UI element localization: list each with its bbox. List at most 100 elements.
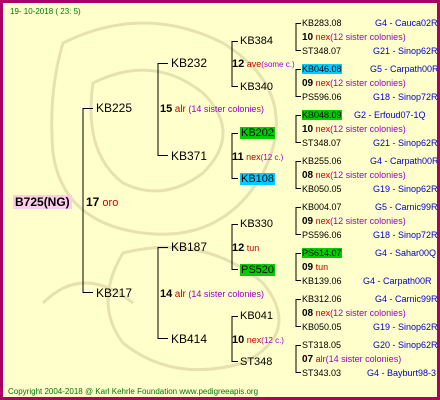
gen4-top-ref: G5 - Carpath00R bbox=[370, 64, 439, 74]
gen4-origin: alr bbox=[315, 354, 326, 364]
gen2-number: 10 bbox=[232, 334, 245, 346]
gen4-sisters: (12 sister colonies) bbox=[330, 124, 406, 134]
gen4-number: 09 bbox=[302, 78, 314, 89]
gen2-number: 12 bbox=[232, 58, 245, 70]
root-number: 17 bbox=[86, 195, 100, 209]
gen2-origin: nex bbox=[246, 152, 261, 162]
gen4-bottom-line: PS596.06 bbox=[302, 229, 342, 241]
gen4-bottom-id: KB050.05 bbox=[302, 184, 342, 194]
gen4-origin: nex bbox=[315, 170, 331, 180]
gen4-mid-line: 08 nex(12 sister colonies) bbox=[302, 307, 406, 320]
gen3-label: KB340 bbox=[240, 81, 274, 93]
gen4-sisters: (12 sister colonies) bbox=[330, 32, 406, 42]
gen4-top-id: KB046.08 bbox=[302, 64, 342, 74]
gen4-number: 09 bbox=[302, 262, 314, 273]
gen4-bottom-line: ST348.07 bbox=[302, 45, 341, 57]
gen4-bottom-ref: G21 - Sinop62R bbox=[373, 138, 438, 148]
gen4-number: 08 bbox=[302, 170, 314, 181]
gen2-sisters: (12 c.) bbox=[261, 336, 284, 345]
gen2-origin: ave bbox=[246, 59, 262, 69]
pedigree-chart: 19- 10-2018 ( 23: 5) B725(NG) 17 oro KB2… bbox=[0, 0, 440, 400]
gen1-origin: alr bbox=[174, 289, 186, 300]
gen4-bottom-ref: G21 - Sinop62R bbox=[373, 46, 438, 56]
gen2-label: KB371 bbox=[171, 149, 208, 163]
gen4-bottom-line: ST343.03 bbox=[302, 367, 341, 379]
gen1-number: 15 bbox=[160, 103, 173, 115]
gen4-top-ref: G4 - Cauca02R bbox=[375, 18, 438, 28]
gen4-bottom-ref: G18 - Sinop72R bbox=[373, 230, 438, 240]
gen2-origin: nex bbox=[246, 335, 262, 345]
gen4-bottom-ref: G19 - Sinop62R bbox=[373, 322, 438, 332]
copyright-footer: Copyright 2004-2018 @ Karl Kehrle Founda… bbox=[8, 387, 259, 396]
root-queen-info: 17 oro bbox=[86, 196, 118, 209]
gen4-number: 08 bbox=[302, 308, 314, 319]
gen2-label: KB232 bbox=[171, 56, 208, 70]
gen4-mid-line: 10 nex(12 sister colonies) bbox=[302, 123, 406, 136]
gen4-top-ref: G20 - Sinop62R bbox=[373, 340, 438, 350]
gen4-origin: nex bbox=[315, 216, 331, 226]
gen4-sisters: (12 sister colonies) bbox=[330, 78, 406, 88]
gen4-bottom-ref: G18 - Sinop72R bbox=[373, 92, 438, 102]
gen2-origin: tun bbox=[246, 243, 260, 253]
gen2-info: 12 tun bbox=[232, 242, 259, 254]
gen4-mid-line: 07 alr(14 sister colonies) bbox=[302, 353, 401, 366]
gen1-sisters: (14 sister colonies) bbox=[188, 104, 264, 114]
gen2-info: 11 nex(12 c.) bbox=[232, 151, 283, 164]
gen4-top-id: ST318.05 bbox=[302, 340, 342, 350]
gen4-top-line: KB046.08 bbox=[302, 63, 342, 75]
gen3-label: KB108 bbox=[240, 173, 276, 185]
gen4-top-id: KB004.07 bbox=[302, 202, 342, 212]
gen4-bottom-line: KB050.05 bbox=[302, 321, 342, 333]
gen4-origin: tun bbox=[315, 262, 329, 272]
gen3-label: KB384 bbox=[240, 35, 274, 47]
gen4-top-line: KB048.09 bbox=[302, 109, 342, 121]
gen4-bottom-line: PS596.06 bbox=[302, 91, 342, 103]
gen4-bottom-ref: G19 - Sinop62R bbox=[373, 184, 438, 194]
gen4-top-line: KB255.06 bbox=[302, 155, 342, 167]
gen4-sisters: (12 sister colonies) bbox=[330, 216, 406, 226]
gen4-top-line: KB312.06 bbox=[302, 293, 342, 305]
gen4-origin: nex bbox=[315, 78, 331, 88]
gen2-number: 11 bbox=[232, 151, 244, 163]
gen4-mid-line: 09 nex(12 sister colonies) bbox=[302, 77, 406, 90]
gen4-origin: nex bbox=[315, 32, 331, 42]
gen4-mid-line: 10 nex(12 sister colonies) bbox=[302, 31, 406, 44]
gen3-label: ST348 bbox=[240, 356, 273, 368]
gen4-origin: nex bbox=[315, 124, 331, 134]
gen4-top-id: KB255.06 bbox=[302, 156, 342, 166]
gen4-bottom-id: PS596.06 bbox=[302, 230, 342, 240]
gen3-label: PS520 bbox=[240, 264, 276, 276]
gen4-top-line: KB283.08 bbox=[302, 17, 342, 29]
gen4-origin: nex bbox=[315, 308, 331, 318]
gen4-mid-line: 09 nex(12 sister colonies) bbox=[302, 215, 406, 228]
gen4-top-ref: G4 - Carpath00R bbox=[370, 156, 439, 166]
gen4-sisters: (14 sister colonies) bbox=[325, 354, 402, 364]
gen4-top-id: KB312.06 bbox=[302, 294, 342, 304]
gen4-mid-line: 08 nex(12 sister colonies) bbox=[302, 169, 406, 182]
gen4-bottom-line: KB139.06 bbox=[302, 275, 342, 287]
gen1-label: KB217 bbox=[96, 286, 133, 300]
gen4-number: 10 bbox=[302, 124, 314, 135]
gen4-bottom-id: ST348.07 bbox=[302, 46, 342, 56]
gen4-top-line: ST318.05 bbox=[302, 339, 341, 351]
gen1-label: KB225 bbox=[96, 101, 133, 115]
gen2-label: KB187 bbox=[171, 240, 208, 254]
gen2-info: 10 nex(12 c.) bbox=[232, 334, 284, 347]
gen4-bottom-id: ST343.03 bbox=[302, 368, 342, 378]
root-queen-label: B725(NG) bbox=[13, 195, 72, 209]
gen4-bottom-ref: G4 - Bayburt98-3 bbox=[367, 368, 437, 378]
gen2-sisters: (some c.) bbox=[261, 60, 295, 69]
gen4-bottom-line: ST348.07 bbox=[302, 137, 341, 149]
gen4-sisters: (12 sister colonies) bbox=[330, 308, 406, 318]
root-origin: oro bbox=[102, 197, 119, 209]
gen2-info: 12 ave(some c.) bbox=[232, 58, 295, 71]
gen4-bottom-ref: G4 - Carpath00R bbox=[363, 276, 432, 286]
gen2-sisters: (12 c.) bbox=[260, 153, 284, 162]
gen4-top-id: KB283.08 bbox=[302, 18, 342, 28]
gen4-sisters: (12 sister colonies) bbox=[330, 170, 406, 180]
gen4-number: 10 bbox=[302, 32, 314, 43]
gen2-label: KB414 bbox=[171, 332, 208, 346]
gen1-origin: alr bbox=[174, 104, 186, 115]
print-date: 19- 10-2018 ( 23: 5) bbox=[10, 7, 81, 16]
gen3-label: KB330 bbox=[240, 218, 274, 230]
